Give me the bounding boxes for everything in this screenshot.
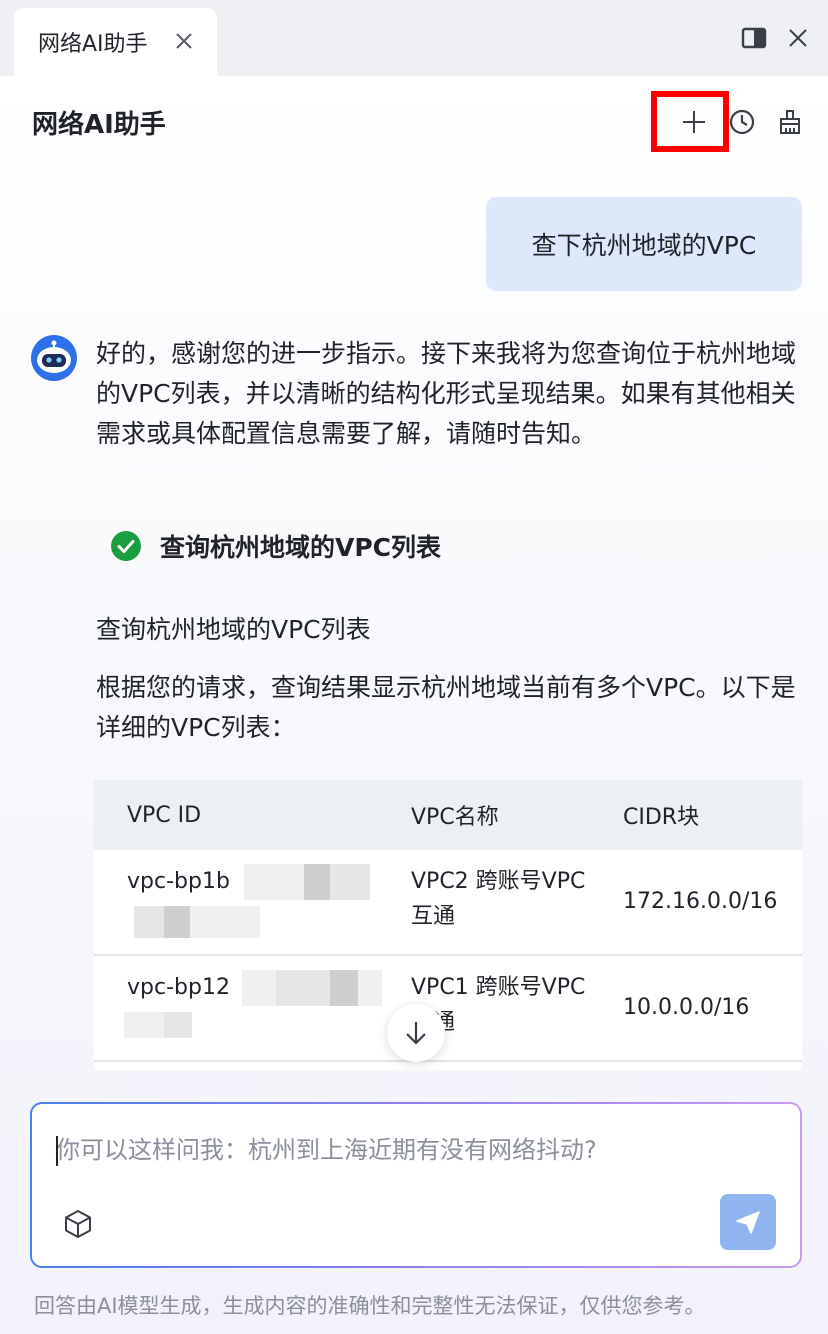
send-icon [736, 1211, 760, 1234]
tab-network-ai-assistant[interactable]: 网络AI助手 [14, 8, 217, 76]
tab-label: 网络AI助手 [38, 32, 148, 57]
column-header-vpc-name: VPC名称 [411, 805, 499, 830]
redacted-text [358, 970, 382, 1006]
table-row: vpc-bp1b VPC2 跨账号VPC互通 172.16.0.0/16 [94, 850, 802, 956]
result-description: 根据您的请求，查询结果显示杭州地域当前有多个VPC。以下是详细的VPC列表： [96, 673, 796, 742]
history-button[interactable] [720, 100, 764, 144]
redacted-text [304, 864, 330, 900]
redacted-text [330, 970, 358, 1006]
step-label: 查询杭州地域的VPC列表 [160, 533, 442, 562]
send-button[interactable] [720, 1194, 776, 1250]
cidr-cell: 10.0.0.0/16 [623, 995, 750, 1020]
result-section-title: 查询杭州地域的VPC列表 [96, 615, 371, 644]
page-title: 网络AI助手 [32, 110, 166, 140]
table-header: VPC ID VPC名称 CIDR块 [94, 780, 802, 850]
redacted-text [164, 906, 190, 938]
clear-context-button[interactable] [768, 100, 812, 144]
vpc-name-cell: VPC2 跨账号VPC互通 [411, 869, 586, 929]
column-header-cidr: CIDR块 [623, 805, 700, 830]
scroll-to-bottom-button[interactable] [387, 1004, 445, 1062]
clock-icon [729, 109, 755, 135]
arrow-down-icon [406, 1022, 426, 1045]
window-close-icon[interactable] [784, 24, 812, 52]
new-chat-button[interactable] [672, 100, 716, 144]
chat-input-box[interactable] [30, 1102, 802, 1268]
redacted-text [276, 970, 330, 1006]
redacted-text [164, 1012, 192, 1038]
redacted-text [244, 864, 304, 900]
panel-toggle-icon[interactable] [740, 24, 768, 52]
cidr-cell: 172.16.0.0/16 [623, 889, 778, 914]
tool-step[interactable]: 查询杭州地域的VPC列表 [110, 528, 441, 564]
plus-icon [683, 111, 705, 133]
redacted-text [242, 970, 276, 1006]
disclaimer-text: 回答由AI模型生成，生成内容的准确性和完整性无法保证，仅供您参考。 [34, 1294, 706, 1318]
user-message: 查下杭州地域的VPC [486, 197, 802, 291]
chat-panel: 网络AI助手 查下杭州地域的VPC 好的，感谢您的进一步指示。接下来我将为您查询… [0, 76, 828, 1334]
redacted-text [134, 906, 164, 938]
chat-input[interactable] [56, 1128, 756, 1172]
vpc-table: VPC ID VPC名称 CIDR块 vpc-bp1b VPC2 跨账号VPC互… [94, 780, 802, 1070]
cube-icon[interactable] [62, 1208, 94, 1240]
assistant-message: 好的，感谢您的进一步指示。接下来我将为您查询位于杭州地域的VPC列表，并以清晰的… [96, 339, 797, 448]
broom-icon [780, 110, 800, 134]
redacted-text [190, 906, 260, 938]
text-caret [56, 1136, 58, 1166]
redacted-text [124, 1012, 164, 1038]
check-circle-icon [111, 531, 141, 561]
close-icon[interactable] [173, 30, 195, 52]
robot-avatar-icon [31, 335, 77, 381]
table-row: vpc-bp12 VPC1 跨账号VPC互通 10.0.0.0/16 [94, 956, 802, 1062]
column-header-vpc-id: VPC ID [127, 802, 202, 828]
tab-strip: 网络AI助手 [0, 0, 828, 76]
redacted-text [330, 864, 370, 900]
